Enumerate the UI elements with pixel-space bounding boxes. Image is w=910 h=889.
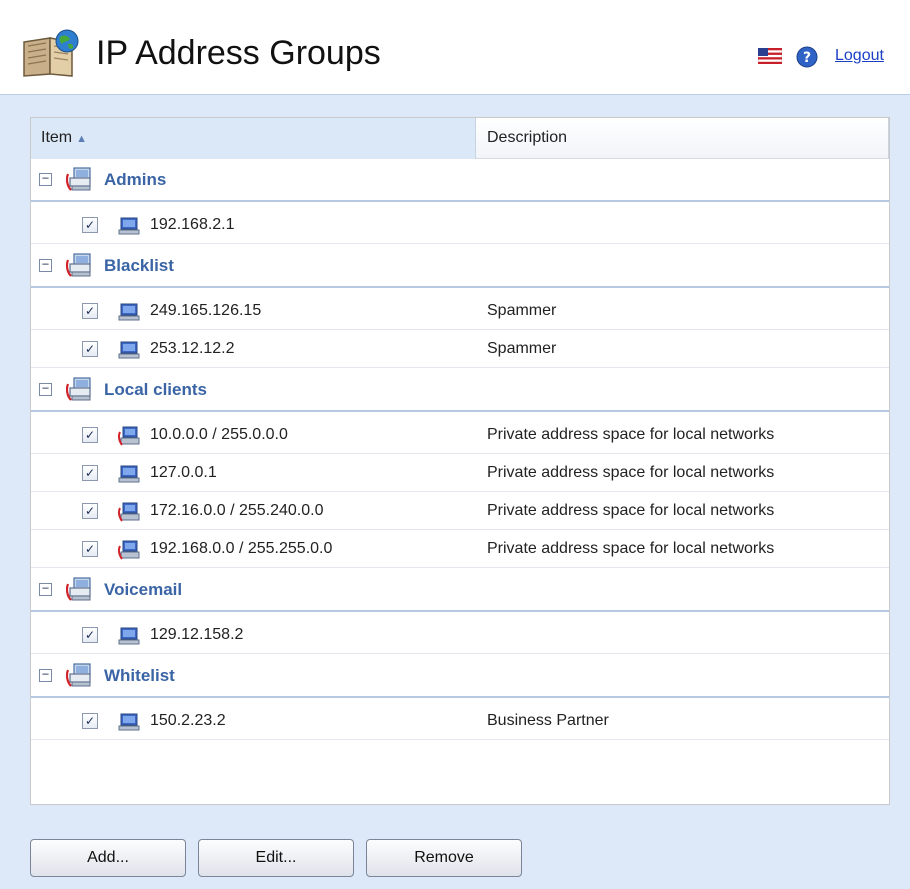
ip-address: 172.16.0.0 / 255.240.0.0 xyxy=(150,502,324,519)
group-name: Local clients xyxy=(104,380,207,399)
host-icon xyxy=(118,627,140,645)
collapse-toggle[interactable]: − xyxy=(39,172,52,186)
group-icon xyxy=(66,167,91,191)
group-row[interactable]: − Voicemail xyxy=(31,570,889,612)
host-icon xyxy=(118,465,140,483)
remove-button[interactable]: Remove xyxy=(366,839,522,877)
group-row[interactable]: − Whitelist xyxy=(31,656,889,698)
edit-button[interactable]: Edit... xyxy=(198,839,354,877)
ip-address: 127.0.0.1 xyxy=(150,464,217,481)
ip-address: 249.165.126.15 xyxy=(150,302,262,319)
network-icon xyxy=(117,540,140,560)
item-row[interactable]: ✓ 129.12.158.2 xyxy=(31,616,889,654)
column-header-description-label: Description xyxy=(487,129,568,146)
group-row[interactable]: − Blacklist xyxy=(31,246,889,288)
host-icon xyxy=(118,303,140,321)
logout-link[interactable]: Logout xyxy=(835,47,884,65)
help-icon[interactable]: ? xyxy=(796,46,818,68)
enable-checkbox[interactable]: ✓ xyxy=(82,627,98,643)
enable-checkbox[interactable]: ✓ xyxy=(82,341,98,357)
group-name: Blacklist xyxy=(104,256,174,275)
item-row[interactable]: ✓ 249.165.126.15 Spammer xyxy=(31,292,889,330)
ip-address: 192.168.0.0 / 255.255.0.0 xyxy=(150,540,333,557)
group-name: Admins xyxy=(104,170,167,189)
item-description: Private address space for local networks xyxy=(487,464,775,481)
enable-checkbox[interactable]: ✓ xyxy=(82,541,98,557)
column-header-item-label: Item xyxy=(41,129,73,146)
column-header-item[interactable]: Item ▲ xyxy=(31,118,476,159)
item-row[interactable]: ✓ 192.168.2.1 xyxy=(31,206,889,244)
collapse-toggle[interactable]: − xyxy=(39,382,52,396)
enable-checkbox[interactable]: ✓ xyxy=(82,503,98,519)
item-row[interactable]: ✓ 127.0.0.1 Private address space for loca… xyxy=(31,454,889,492)
group-row[interactable]: − Local clients xyxy=(31,370,889,412)
item-row[interactable]: ✓ 150.2.23.2 Business Partner xyxy=(31,702,889,740)
item-row[interactable]: ✓ 10.0.0.0 / 255.0.0.0 Private address spa… xyxy=(31,416,889,454)
group-icon xyxy=(66,377,91,401)
group-name: Whitelist xyxy=(104,666,175,685)
enable-checkbox[interactable]: ✓ xyxy=(82,427,98,443)
collapse-toggle[interactable]: − xyxy=(39,582,52,596)
item-description: Private address space for local networks xyxy=(487,426,775,443)
ip-address: 253.12.12.2 xyxy=(150,340,235,357)
group-row[interactable]: − Admins xyxy=(31,160,889,202)
host-icon xyxy=(118,217,140,235)
page-header: IP Address Groups ? Logout xyxy=(0,0,910,95)
ip-address: 10.0.0.0 / 255.0.0.0 xyxy=(150,426,288,443)
add-button[interactable]: Add... xyxy=(30,839,186,877)
host-icon xyxy=(118,713,140,731)
ip-groups-grid: Item ▲ Description − Admins ✓ 192.168.2.1 − Bl… xyxy=(30,117,890,805)
group-icon xyxy=(66,663,91,687)
enable-checkbox[interactable]: ✓ xyxy=(82,217,98,233)
sort-ascending-icon: ▲ xyxy=(76,133,88,145)
item-description: Spammer xyxy=(487,302,557,319)
collapse-toggle[interactable]: − xyxy=(39,668,52,682)
network-icon xyxy=(117,502,140,522)
network-icon xyxy=(117,426,140,446)
svg-text:?: ? xyxy=(803,50,811,66)
ip-address: 129.12.158.2 xyxy=(150,626,244,643)
ip-address: 192.168.2.1 xyxy=(150,216,235,233)
address-book-globe-icon xyxy=(23,29,79,77)
item-row[interactable]: ✓ 192.168.0.0 / 255.255.0.0 Private addres… xyxy=(31,530,889,568)
us-flag-icon[interactable] xyxy=(758,48,782,64)
enable-checkbox[interactable]: ✓ xyxy=(82,713,98,729)
item-row[interactable]: ✓ 172.16.0.0 / 255.240.0.0 Private address… xyxy=(31,492,889,530)
host-icon xyxy=(118,341,140,359)
column-header-description[interactable]: Description xyxy=(477,118,889,159)
item-description: Private address space for local networks xyxy=(487,502,775,519)
enable-checkbox[interactable]: ✓ xyxy=(82,303,98,319)
item-description: Spammer xyxy=(487,340,557,357)
grid-header: Item ▲ Description xyxy=(31,118,889,159)
group-icon xyxy=(66,577,91,601)
ip-address: 150.2.23.2 xyxy=(150,712,226,729)
group-name: Voicemail xyxy=(104,580,183,599)
item-row[interactable]: ✓ 253.12.12.2 Spammer xyxy=(31,330,889,368)
collapse-toggle[interactable]: − xyxy=(39,258,52,272)
enable-checkbox[interactable]: ✓ xyxy=(82,465,98,481)
group-icon xyxy=(66,253,91,277)
page-title: IP Address Groups xyxy=(96,34,381,72)
item-description: Business Partner xyxy=(487,712,609,729)
item-description: Private address space for local networks xyxy=(487,540,775,557)
